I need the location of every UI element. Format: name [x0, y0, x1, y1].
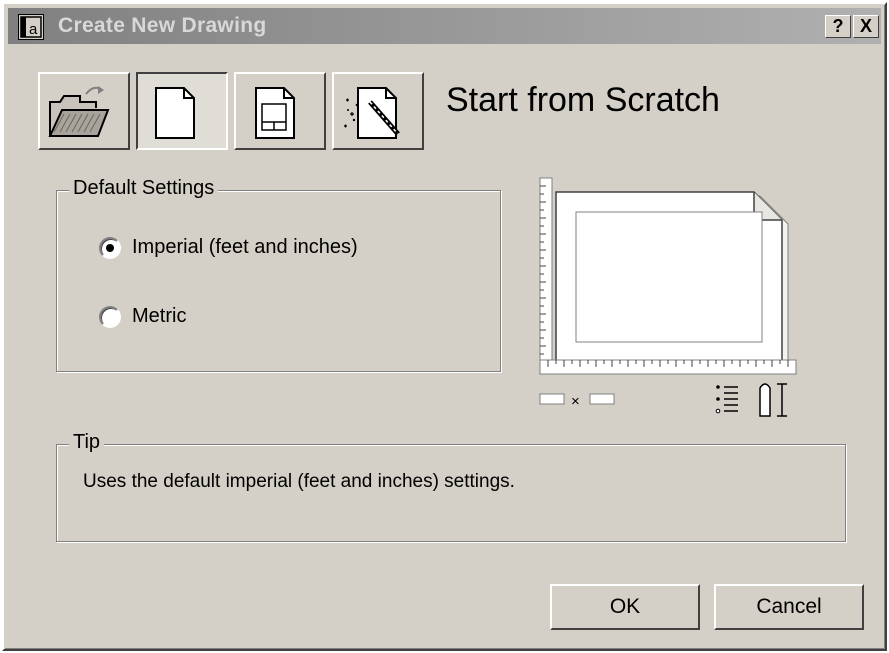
default-settings-label: Default Settings	[69, 177, 219, 200]
blank-page-icon	[155, 87, 195, 139]
default-settings-group: Default Settings Imperial (feet and inch…	[56, 177, 501, 372]
drawing-preview: ×	[539, 177, 797, 417]
start-from-scratch-button[interactable]	[136, 72, 228, 150]
ok-button[interactable]: OK	[550, 584, 700, 630]
metric-label: Metric	[132, 305, 187, 327]
tip-text: Uses the default imperial (feet and inch…	[83, 471, 515, 492]
height-measure-icon	[759, 383, 787, 417]
use-wizard-button[interactable]	[332, 72, 424, 150]
metric-radio[interactable]	[99, 305, 121, 328]
tip-label: Tip	[69, 431, 105, 454]
imperial-radio-option[interactable]: Imperial (feet and inches)	[99, 236, 358, 259]
metric-radio-option[interactable]: Metric	[99, 305, 186, 328]
create-new-drawing-dialog: a Create New Drawing ? X Start from Scra…	[2, 2, 887, 651]
times-symbol: ×	[571, 393, 580, 410]
imperial-label: Imperial (feet and inches)	[132, 236, 358, 258]
tip-group: Tip Uses the default imperial (feet and …	[56, 431, 846, 542]
radio-selected-dot	[106, 243, 114, 252]
close-button[interactable]: X	[853, 15, 879, 38]
window-title: Create New Drawing	[58, 14, 267, 37]
imperial-radio[interactable]	[99, 236, 121, 259]
cancel-button[interactable]: Cancel	[714, 584, 864, 630]
use-template-button[interactable]	[234, 72, 326, 150]
open-drawing-button[interactable]	[38, 72, 130, 150]
help-button[interactable]: ?	[825, 15, 851, 38]
wizard-icon	[344, 87, 400, 139]
title-bar[interactable]: a Create New Drawing ? X	[8, 8, 881, 44]
units-list-icon	[715, 385, 738, 414]
app-icon: a	[18, 14, 44, 40]
template-page-icon	[255, 87, 295, 139]
svg-text:a: a	[29, 21, 38, 38]
open-folder-icon	[48, 86, 110, 137]
page-heading: Start from Scratch	[446, 81, 720, 119]
